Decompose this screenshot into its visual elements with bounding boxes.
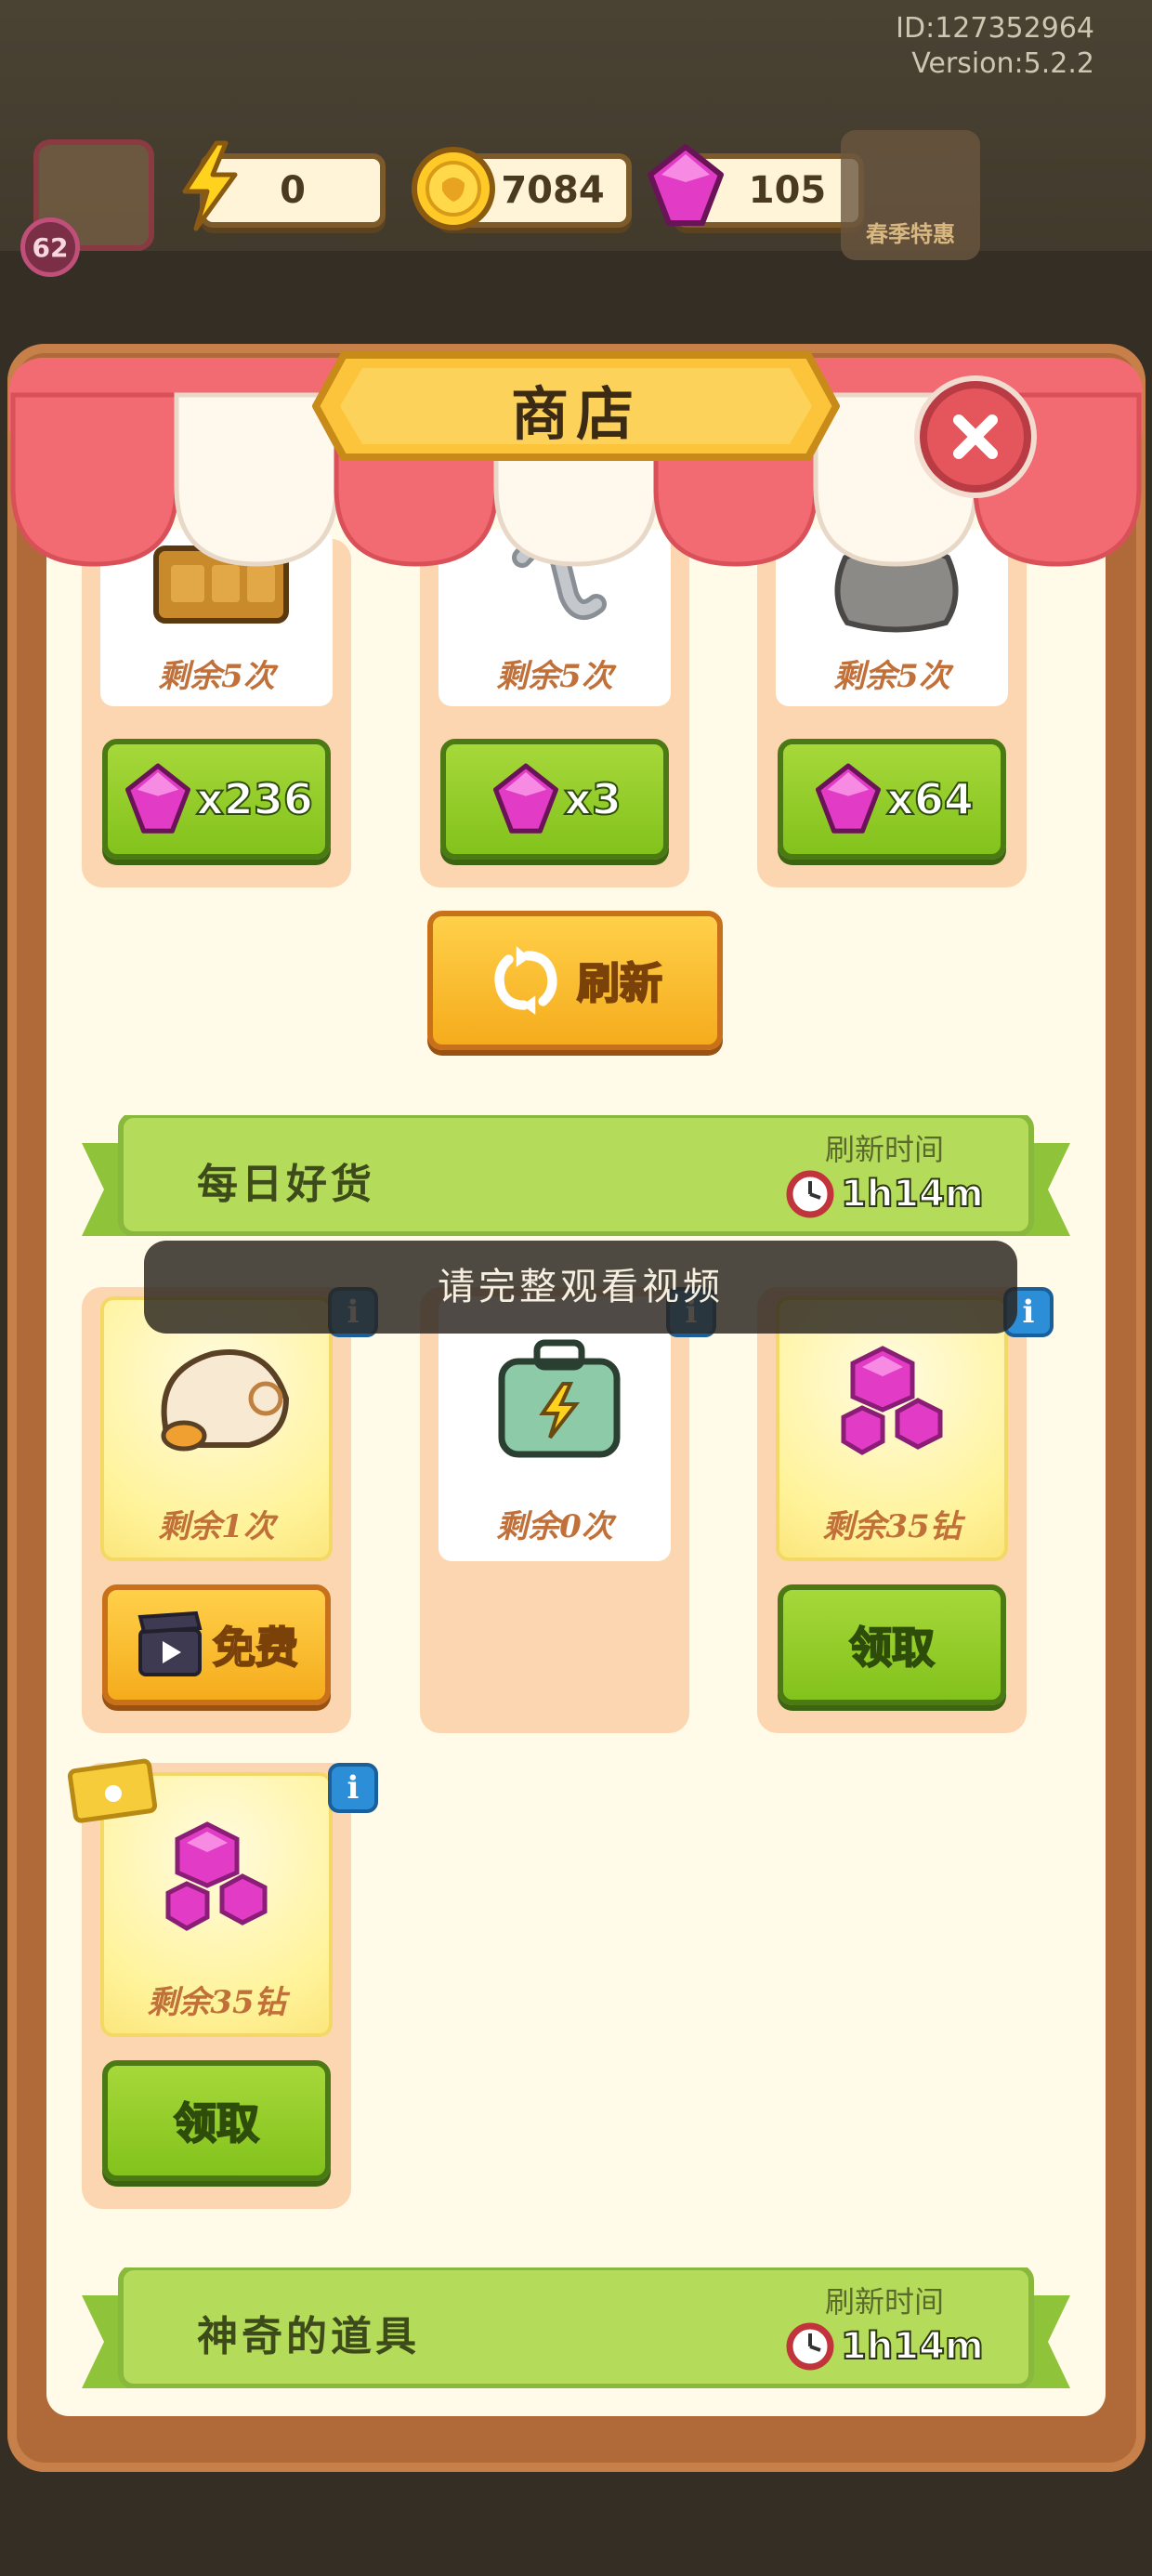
gem-pile-icon [841,1346,943,1455]
energy-chest-icon [498,1339,621,1458]
shop-item-card: 剩余5次 x3 [420,530,689,887]
claim-button[interactable]: 领取 [102,2060,331,2181]
energy-value: 0 [280,169,306,212]
price-label: x236 [195,773,314,825]
close-icon [953,414,998,459]
clock-icon [786,1170,834,1218]
item-face: 剩余35钻 [776,1296,1008,1561]
video-clapper-icon [137,1610,203,1676]
close-button[interactable] [920,381,1031,493]
gem-icon [125,763,191,834]
clock-icon [786,2322,834,2371]
buy-button[interactable]: x236 [102,739,331,860]
item-remaining: 剩余1次 [158,1508,275,1545]
refresh-time-label: 刷新时间 [825,1132,945,1167]
daily-item-card: 剩余35钻 i 领取 [757,1287,1054,1733]
player-level-badge: 62 [20,217,80,277]
item-remaining: 剩余5次 [496,658,613,695]
build-info: ID:127352964 Version:5.2.2 [896,11,1094,82]
refresh-icon [494,946,557,1015]
daily-goods-title: 每日好货 [197,1161,375,1208]
food-bundle-icon [161,1349,290,1452]
item-remaining: 剩余0次 [496,1508,613,1545]
daily-item-card: 剩余1次 i 免费 [82,1287,378,1733]
gem-icon [816,763,882,834]
refresh-timer: 1h14m [840,1172,985,1216]
coin-icon [412,147,495,230]
free-button[interactable]: 免费 [102,1584,331,1705]
lightning-icon [182,140,238,231]
item-face: 剩余1次 [100,1296,333,1561]
free-label: 免费 [212,1622,299,1674]
refresh-button[interactable]: 刷新 [427,911,723,1050]
refresh-label: 刷新 [576,957,663,1009]
buy-button[interactable]: x64 [778,739,1006,860]
gem-pile-icon [165,1821,268,1931]
shop-title: 商店 [510,380,641,448]
event-label: 春季特惠 [866,221,955,247]
buy-button[interactable]: x3 [440,739,669,860]
price-label: x3 [563,773,622,825]
gem-icon [493,763,559,834]
claim-label: 领取 [848,1622,936,1674]
claim-button[interactable]: 领取 [778,1584,1006,1705]
refresh-time-label: 刷新时间 [825,2284,945,2320]
shop-item-card: 剩余5次 x236 [82,530,351,887]
item-remaining: 剩余35钻 [822,1508,962,1545]
price-label: x64 [885,773,975,825]
daily-item-card-sold-out: 剩余0次 i [420,1287,716,1733]
refresh-timer: 1h14m [840,2324,985,2369]
item-remaining: 剩余35钻 [147,1984,286,2021]
player-id: ID:127352964 [896,12,1094,45]
claim-label: 领取 [173,2097,260,2149]
player-avatar-badge[interactable]: 62 [17,139,156,277]
info-icon[interactable]: i [328,1763,378,1813]
item-face: 剩余0次 [439,1296,671,1561]
magic-items-title: 神奇的道具 [197,2313,420,2360]
shop-item-card: 剩余5次 x64 [757,530,1027,887]
paw-ticket-icon [67,1758,158,1823]
item-remaining: 剩余5次 [833,658,950,695]
version-text: Version:5.2.2 [911,47,1094,80]
toast-message: 请完整观看视频 [144,1241,1017,1334]
daily-item-card: 剩余35钻 i 领取 [82,1763,378,2209]
item-remaining: 剩余5次 [158,658,275,695]
gem-icon [648,144,724,226]
